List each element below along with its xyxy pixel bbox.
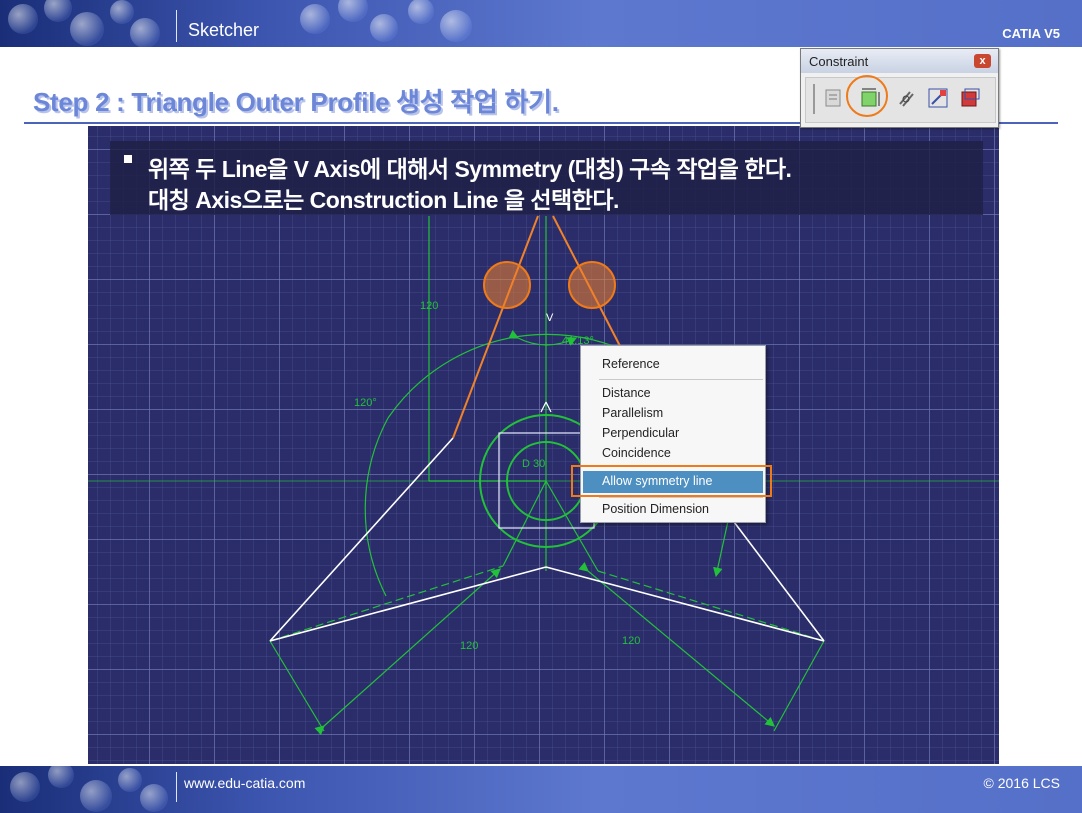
dim-line-bottom-right <box>578 561 775 727</box>
constraint-toolbar: Constraint x <box>800 48 999 128</box>
axis-label-v: V <box>546 312 554 324</box>
ext-line-bl-1 <box>269 640 325 732</box>
header-brand: CATIA V5 <box>1002 26 1060 41</box>
step-title: Step 2 : Triangle Outer Profile 생성 작업 하기… <box>33 87 559 117</box>
footer-url[interactable]: www.edu-catia.com <box>184 775 305 791</box>
bullet-marker <box>124 155 132 163</box>
footer-banner: www.edu-catia.com © 2016 LCS <box>0 766 1082 813</box>
instruction-line-1: 위쪽 두 Line을 V Axis에 대해서 Symmetry (대칭) 구속 … <box>148 156 792 182</box>
toolbar-body <box>805 77 996 123</box>
instruction-line-2: 대칭 Axis으로는 Construction Line 을 선택한다. <box>148 187 619 213</box>
toolbar-grip[interactable] <box>813 84 815 114</box>
auto-constraint-icon[interactable] <box>958 86 982 110</box>
dim-top-left: 120 <box>420 300 438 312</box>
profile-right-lower <box>545 566 825 642</box>
construction-right-leg <box>597 570 825 642</box>
menu-item-coincidence[interactable]: Coincidence <box>602 446 671 460</box>
footer-separator <box>176 772 177 802</box>
sketch-canvas[interactable]: 120 41.13° 120° D 30 120 120 V 위쪽 두 Line… <box>88 126 999 764</box>
profile-left-upper <box>269 437 454 642</box>
dim-angle-left: 120° <box>354 397 377 409</box>
menu-separator <box>599 497 763 498</box>
toolbar-title: Constraint <box>809 54 869 69</box>
dim-line-right-arc <box>713 520 729 578</box>
toolbar-titlebar[interactable]: Constraint x <box>801 49 998 73</box>
header-banner: Sketcher CATIA V5 <box>0 0 1082 47</box>
selected-line-left <box>452 215 539 439</box>
construction-arc-left <box>364 417 389 597</box>
menu-item-perpendicular[interactable]: Perpendicular <box>602 426 679 440</box>
menu-item-position-dimension[interactable]: Position Dimension <box>602 502 709 516</box>
selection-marker-right <box>568 261 616 309</box>
header-decoration <box>0 0 520 47</box>
instruction-box: 위쪽 두 Line을 V Axis에 대해서 Symmetry (대칭) 구속 … <box>110 141 983 215</box>
dim-diameter: D 30 <box>522 458 545 470</box>
construction-left-leg <box>269 565 504 642</box>
menu-item-callout <box>571 465 772 497</box>
dim-bottom-right: 120 <box>622 635 640 647</box>
constraint-dialog-icon[interactable] <box>822 86 846 110</box>
header-title: Sketcher <box>188 20 260 40</box>
header-separator <box>176 10 177 42</box>
menu-separator <box>599 379 763 380</box>
sketch-geometry[interactable]: 120 41.13° 120° D 30 120 120 V <box>88 126 999 764</box>
dim-bottom-left: 120 <box>460 640 478 652</box>
profile-left-lower <box>269 566 547 642</box>
close-icon[interactable]: x <box>974 54 991 68</box>
fix-together-icon[interactable] <box>926 86 950 110</box>
toolbar-callout-ring <box>846 75 888 117</box>
ext-line-br-1 <box>773 640 825 732</box>
selection-marker-left <box>483 261 531 309</box>
menu-item-reference[interactable]: Reference <box>602 357 660 371</box>
profile-right-upper <box>721 505 825 642</box>
footer-copyright: © 2016 LCS <box>983 775 1060 791</box>
menu-item-distance[interactable]: Distance <box>602 386 651 400</box>
context-menu: Reference Distance Parallelism Perpendic… <box>571 345 772 523</box>
menu-item-parallelism[interactable]: Parallelism <box>602 406 663 420</box>
anchor-contact-constraint-icon[interactable] <box>894 86 918 110</box>
